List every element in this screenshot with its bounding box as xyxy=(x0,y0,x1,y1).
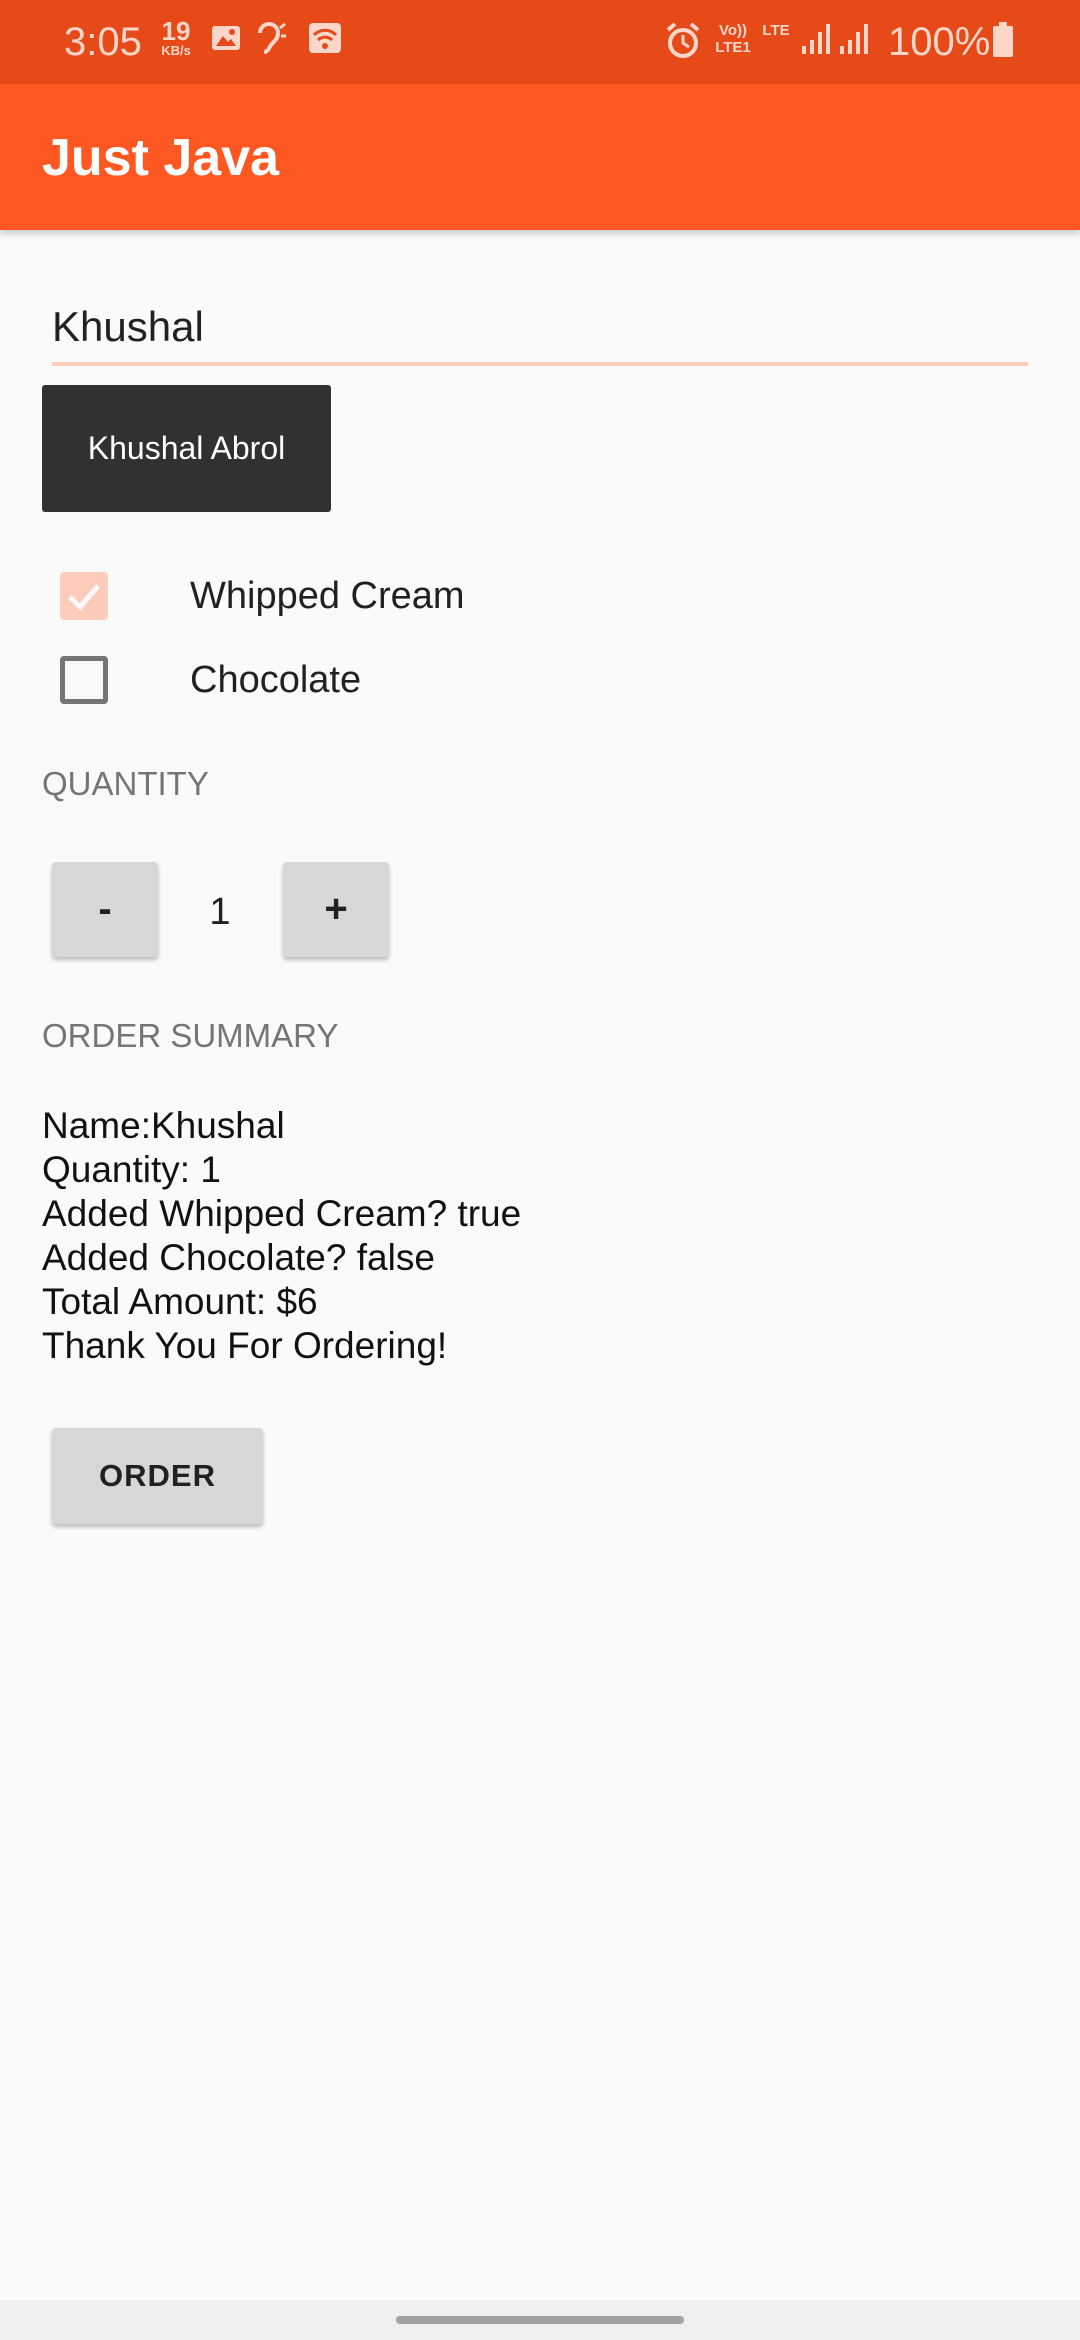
network-speed-unit: KB/s xyxy=(161,43,191,58)
chocolate-checkbox-row[interactable]: Chocolate xyxy=(42,638,842,722)
quantity-header: QUANTITY xyxy=(42,765,209,802)
order-summary-header: ORDER SUMMARY xyxy=(42,1017,339,1054)
chocolate-label: Chocolate xyxy=(190,659,362,701)
alarm-icon xyxy=(666,22,700,58)
status-bar: 3:05 19 KB/s Vo)) LTE1 LTE 100% xyxy=(0,0,1080,84)
order-button[interactable]: ORDER xyxy=(52,1428,263,1524)
checkmark-icon xyxy=(68,584,100,611)
wifi-icon xyxy=(309,23,341,53)
increment-button[interactable]: + xyxy=(283,862,389,957)
status-time: 3:05 xyxy=(64,20,142,64)
signal-icon xyxy=(840,24,868,54)
summary-line: Thank You For Ordering! xyxy=(42,1325,448,1366)
network-speed: 19 KB/s xyxy=(154,18,198,57)
decrement-label: - xyxy=(98,887,112,931)
summary-line: Total Amount: $6 xyxy=(42,1281,318,1322)
whipped-cream-checkbox[interactable] xyxy=(60,572,108,620)
signal-icon xyxy=(802,24,830,54)
battery-icon xyxy=(993,22,1013,57)
summary-line: Added Chocolate? false xyxy=(42,1237,435,1278)
whipped-cream-label: Whipped Cream xyxy=(190,575,465,617)
summary-line: Added Whipped Cream? true xyxy=(42,1193,522,1234)
lte-indicator: LTE xyxy=(762,22,790,39)
order-summary-text: Name:Khushal Quantity: 1 Added Whipped C… xyxy=(42,1104,521,1368)
decrement-button[interactable]: - xyxy=(52,862,158,957)
summary-line: Name:Khushal xyxy=(42,1105,285,1146)
image-icon xyxy=(212,26,240,50)
order-button-label: ORDER xyxy=(99,1458,216,1493)
name-input-value[interactable]: Khushal xyxy=(52,302,204,352)
summary-line: Quantity: 1 xyxy=(42,1149,221,1190)
volte-indicator: Vo)) LTE1 xyxy=(715,22,751,56)
chocolate-checkbox[interactable] xyxy=(60,656,108,704)
quantity-value: 1 xyxy=(209,891,231,933)
whipped-cream-checkbox-row[interactable]: Whipped Cream xyxy=(42,554,842,638)
home-gesture-handle[interactable] xyxy=(396,2316,684,2324)
app-title: Just Java xyxy=(42,129,280,187)
name-tooltip-text: Khushal Abrol xyxy=(87,430,286,466)
name-input[interactable]: Khushal xyxy=(52,294,1028,366)
app-bar: Just Java xyxy=(0,84,1080,230)
name-tooltip: Khushal Abrol xyxy=(42,385,331,512)
increment-label: + xyxy=(324,887,348,931)
battery-percent: 100% xyxy=(888,20,991,64)
network-speed-value: 19 xyxy=(161,16,191,46)
hearing-icon xyxy=(258,22,286,54)
navigation-bar xyxy=(0,2300,1080,2340)
